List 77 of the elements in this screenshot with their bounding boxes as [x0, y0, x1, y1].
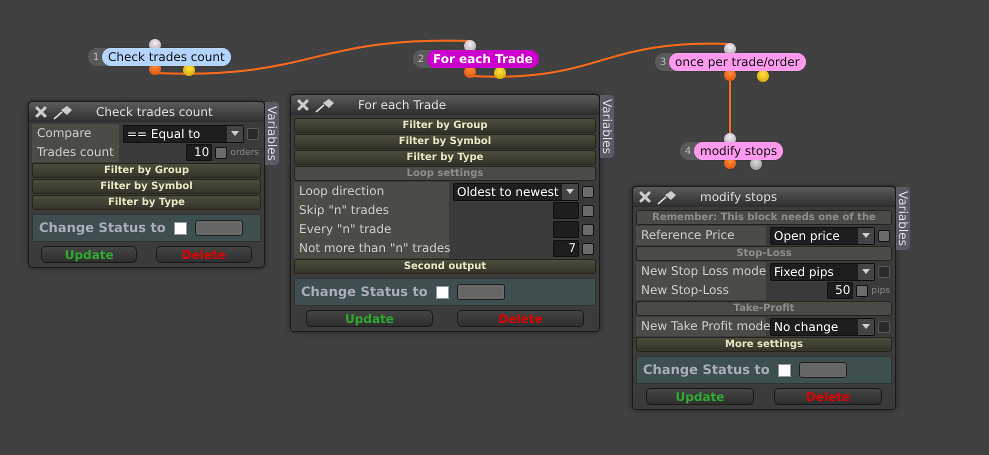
- checkbox[interactable]: [878, 320, 890, 332]
- caret-icon: [231, 131, 239, 136]
- field-label: Trades count: [32, 143, 119, 162]
- section-header[interactable]: Filter by Group: [294, 118, 596, 133]
- update-button[interactable]: Update: [306, 310, 433, 327]
- checkbox[interactable]: [215, 146, 228, 158]
- checkbox[interactable]: [174, 222, 187, 234]
- status-label: Change Status to: [39, 220, 166, 236]
- checkbox[interactable]: [582, 204, 594, 216]
- checkbox[interactable]: [878, 230, 890, 242]
- pin-icon[interactable]: [314, 97, 336, 113]
- output-port[interactable]: [757, 70, 769, 82]
- status-label: Change Status to: [301, 284, 428, 300]
- caret-icon: [862, 269, 870, 274]
- caret-icon: [566, 189, 574, 194]
- window-title: modify stops: [700, 190, 778, 204]
- section-header[interactable]: Filter by Type: [32, 195, 261, 210]
- status-field[interactable]: [456, 284, 505, 300]
- pin-icon[interactable]: [656, 189, 678, 205]
- field-label: New Stop Loss mode: [636, 262, 766, 281]
- checkbox[interactable]: [778, 364, 791, 376]
- field-label: Every "n" trade: [294, 220, 449, 239]
- status-field[interactable]: [798, 362, 847, 378]
- section-header[interactable]: Second output: [294, 259, 596, 274]
- window-title: Check trades count: [96, 105, 213, 119]
- number-field[interactable]: 50: [827, 282, 854, 299]
- update-button[interactable]: Update: [41, 246, 138, 263]
- caret-icon: [862, 233, 870, 238]
- pin-icon[interactable]: [52, 104, 74, 120]
- variables-tab[interactable]: Variables: [265, 102, 279, 165]
- number-field[interactable]: 7: [553, 240, 579, 257]
- block-node[interactable]: Check trades count: [102, 48, 231, 66]
- field-label: Reference Price: [636, 226, 766, 245]
- section-header[interactable]: Filter by Symbol: [32, 179, 261, 194]
- dropdown[interactable]: Oldest to newest: [453, 182, 579, 200]
- section-header[interactable]: Filter by Group: [32, 163, 261, 178]
- status-field[interactable]: [194, 220, 243, 236]
- checkbox[interactable]: [856, 284, 868, 296]
- block-node[interactable]: modify stops: [694, 142, 784, 160]
- node-number: 2: [416, 54, 426, 64]
- dropdown[interactable]: == Equal to: [123, 124, 244, 142]
- caret-icon: [862, 324, 870, 329]
- field-label: Loop direction: [294, 182, 449, 201]
- section-header[interactable]: Filter by Symbol: [294, 134, 596, 149]
- node-number: 4: [684, 146, 692, 156]
- checkbox[interactable]: [436, 286, 449, 298]
- close-icon[interactable]: [638, 190, 652, 204]
- update-button[interactable]: Update: [646, 388, 754, 405]
- section-header[interactable]: Filter by Type: [294, 150, 596, 165]
- field-label: Not more than "n" trades: [294, 239, 449, 258]
- unit-label: pips: [871, 286, 890, 296]
- close-icon[interactable]: [296, 98, 310, 112]
- node-number: 3: [658, 56, 668, 68]
- dropdown[interactable]: Open price: [770, 226, 875, 244]
- status-label: Change Status to: [643, 362, 770, 378]
- variables-tab[interactable]: Variables: [896, 187, 910, 250]
- number-field[interactable]: [553, 202, 579, 219]
- dropdown[interactable]: Fixed pips: [770, 262, 875, 280]
- dropdown[interactable]: No change: [770, 318, 875, 336]
- number-field[interactable]: [553, 221, 579, 238]
- window-title: For each Trade: [358, 98, 446, 112]
- checkbox[interactable]: [247, 128, 259, 140]
- checkbox[interactable]: [582, 186, 594, 198]
- field-label: Skip "n" trades: [294, 201, 449, 220]
- block-node[interactable]: For each Trade: [427, 50, 539, 68]
- checkbox[interactable]: [582, 224, 594, 236]
- node-number: 1: [92, 52, 100, 62]
- number-field[interactable]: 10: [186, 144, 212, 161]
- variables-tab[interactable]: Variables: [600, 95, 614, 158]
- block-node[interactable]: once per trade/order: [669, 53, 806, 71]
- checkbox[interactable]: [582, 242, 594, 254]
- unit-label: orders: [230, 148, 259, 158]
- close-icon[interactable]: [34, 105, 48, 119]
- field-label: New Stop-Loss: [636, 281, 766, 300]
- checkbox[interactable]: [878, 266, 890, 278]
- field-label: Compare: [32, 124, 119, 143]
- section-header[interactable]: More settings: [636, 337, 892, 352]
